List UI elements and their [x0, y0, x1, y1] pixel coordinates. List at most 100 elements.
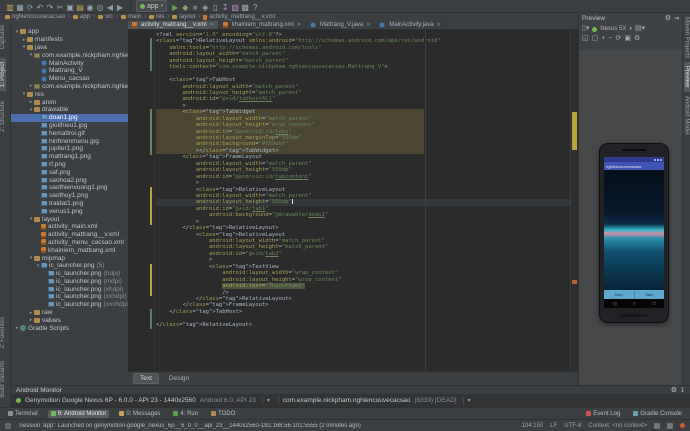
save-all-icon[interactable]: ▦: [15, 3, 25, 13]
tree-item[interactable]: ▸anim: [11, 98, 128, 106]
tree-item[interactable]: hinhnenmenu.jpg: [11, 137, 128, 145]
sdk-manager-icon[interactable]: ↧: [220, 3, 230, 13]
tree-item[interactable]: ▸values: [11, 316, 128, 324]
line-ending-indicator[interactable]: LF: [550, 423, 557, 429]
tree-item[interactable]: activity_mattrang__v.xml: [11, 231, 128, 239]
tree-item[interactable]: saothienvuong1.png: [11, 184, 128, 192]
minimize-icon[interactable]: ↧: [680, 387, 685, 394]
project-tree[interactable]: ▾app▸manifests▾java▾com.example.nickpham…: [11, 21, 128, 385]
breadcrumb-item[interactable]: res: [149, 14, 164, 20]
close-tab-icon[interactable]: ✕: [297, 22, 301, 28]
tree-item[interactable]: saf.png: [11, 168, 128, 176]
breadcrumb-item[interactable]: src: [98, 14, 113, 20]
forward-icon[interactable]: ▶: [115, 3, 125, 13]
help-icon[interactable]: ?: [250, 3, 260, 13]
tree-item[interactable]: ic_launcher.png(xhdpi): [11, 285, 128, 293]
tree-item[interactable]: activity_main.xml: [11, 223, 128, 231]
gear-icon[interactable]: ⚙: [665, 15, 671, 23]
tool-window-toggle-icon[interactable]: [5, 423, 11, 429]
breadcrumb-item[interactable]: nghiencuuvecacsao: [5, 14, 65, 20]
tree-item[interactable]: doan1.jpg: [11, 114, 128, 122]
copy-icon[interactable]: ▣: [65, 3, 75, 13]
error-stripe[interactable]: [570, 30, 578, 371]
tree-item[interactable]: ▾java: [11, 44, 128, 52]
editor-tab[interactable]: Mattrang_V.java✕: [306, 21, 375, 29]
caret-position[interactable]: 104:150: [522, 423, 544, 429]
stop-icon[interactable]: ■: [190, 3, 200, 13]
paste-icon[interactable]: ▤: [75, 3, 85, 13]
tool-window-button[interactable]: 0: Messages: [116, 410, 163, 418]
tab-design[interactable]: Design: [162, 373, 196, 384]
tool-strip-button[interactable]: Build Variants: [0, 357, 6, 402]
lock-icon[interactable]: [654, 423, 660, 429]
zoom-out-icon[interactable]: −: [608, 35, 612, 43]
layout-inspector-icon[interactable]: ▧: [230, 3, 240, 13]
error-stripe-mark[interactable]: [572, 112, 577, 150]
close-tab-icon[interactable]: ✕: [210, 22, 214, 28]
hector-icon[interactable]: [667, 423, 673, 429]
preview-device-select[interactable]: Nexus 5X: [600, 26, 626, 32]
attach-debugger-icon[interactable]: ◈: [200, 3, 210, 13]
tree-item[interactable]: Menu_cacsao: [11, 75, 128, 83]
preview-settings-icon[interactable]: ⚙: [634, 35, 640, 43]
open-project-icon[interactable]: ▥: [5, 3, 15, 13]
tree-item[interactable]: saohoa2.png: [11, 176, 128, 184]
theme-select-icon[interactable]: ▤▾: [635, 25, 645, 33]
tree-item[interactable]: ▾drawable: [11, 106, 128, 114]
zoom-in-icon[interactable]: +: [601, 35, 605, 43]
tree-item[interactable]: ic_launcher.png(hdpi): [11, 270, 128, 278]
tool-strip-button[interactable]: 2: Structure: [0, 97, 6, 136]
tool-strip-button[interactable]: Captures: [0, 21, 6, 53]
tree-item[interactable]: activity_menu_cacsao.xml: [11, 239, 128, 247]
screenshot-icon[interactable]: ▣: [624, 35, 631, 43]
editor-gutter[interactable]: [128, 30, 155, 371]
close-tab-icon[interactable]: ✕: [437, 22, 441, 28]
editor-tab[interactable]: activity_mattrang__v.xml✕: [128, 21, 219, 29]
tree-item[interactable]: ▾ic_launcher.png(5): [11, 262, 128, 270]
tree-item[interactable]: ▾com.example.nickpham.nghiencuu: [11, 51, 128, 59]
code-line[interactable]: </class="tag">RelativeLayout>: [156, 322, 570, 328]
tool-strip-button[interactable]: Android Model: [684, 92, 690, 139]
run-configuration-select[interactable]: app ▾: [136, 0, 167, 12]
tool-window-button[interactable]: Event Log: [583, 410, 623, 418]
undo-icon[interactable]: ↶: [35, 3, 45, 13]
device-dropdown-arrow[interactable]: ▼: [262, 397, 274, 405]
tree-item[interactable]: ic_launcher.png(mdpi): [11, 278, 128, 286]
tool-strip-button[interactable]: Preview: [684, 62, 690, 91]
tree-item[interactable]: ▸raw: [11, 309, 128, 317]
tree-item[interactable]: ▸Gradle Scripts: [11, 324, 128, 332]
refresh-icon[interactable]: ⟳: [615, 35, 621, 43]
process-dropdown-arrow[interactable]: ▼: [463, 397, 475, 405]
project-structure-icon[interactable]: ▩: [240, 3, 250, 13]
tool-window-button[interactable]: Gradle Console: [630, 410, 685, 418]
tool-strip-button[interactable]: 1: Project: [0, 58, 6, 91]
tree-item[interactable]: ic_launcher.png(xxxhdpi): [11, 301, 128, 309]
phone-tab[interactable]: Tab2: [635, 290, 665, 299]
notification-dot-icon[interactable]: [680, 423, 685, 428]
editor-tab[interactable]: khainiem_mattrang.xml✕: [219, 21, 306, 29]
tree-item[interactable]: ▸manifests: [11, 36, 128, 44]
tree-item[interactable]: ic_launcher.png(xxhdpi): [11, 293, 128, 301]
orientation-icon[interactable]: ▯▾: [582, 25, 589, 33]
encoding-indicator[interactable]: UTF-8: [564, 423, 581, 429]
tree-item[interactable]: saothuy1.png: [11, 192, 128, 200]
tree-item[interactable]: ▾res: [11, 90, 128, 98]
tree-item[interactable]: ▾app: [11, 28, 128, 36]
code-editor[interactable]: <?xml version="1.0" encoding="utf-8"?><c…: [128, 30, 578, 371]
device-selector[interactable]: Genymotion Google Nexus 6P - 6.0.0 - API…: [25, 397, 196, 404]
back-icon[interactable]: ◀: [105, 3, 115, 13]
tree-item[interactable]: MainActivity: [11, 59, 128, 67]
tree-item[interactable]: khainiem_mattrang.xml: [11, 246, 128, 254]
breadcrumb-item[interactable]: app: [73, 14, 90, 20]
code-area[interactable]: <?xml version="1.0" encoding="utf-8"?><c…: [156, 32, 570, 328]
phone-tab[interactable]: Tab1: [604, 290, 635, 299]
tab-text[interactable]: Text: [133, 373, 159, 384]
process-selector[interactable]: com.example.nickpham.nghiencuuvecacsao: [283, 397, 411, 404]
zoom-to-fit-icon[interactable]: ◱: [582, 35, 589, 43]
breadcrumb-item[interactable]: layout: [172, 14, 195, 20]
zoom-actual-icon[interactable]: ▢: [592, 35, 599, 43]
tree-item[interactable]: venus1.png: [11, 207, 128, 215]
sync-icon[interactable]: ⟳: [25, 3, 35, 13]
redo-icon[interactable]: ↷: [45, 3, 55, 13]
gear-icon[interactable]: ⚙: [671, 386, 677, 394]
